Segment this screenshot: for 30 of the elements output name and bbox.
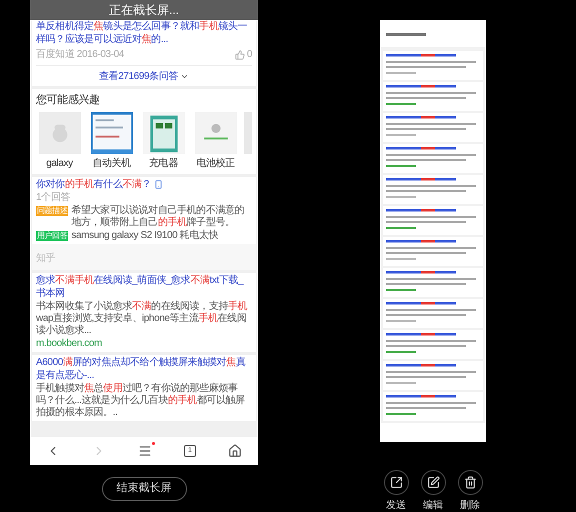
suggestion-item[interactable]: 电池校正 bbox=[192, 112, 239, 170]
tag-label: 用户回答 bbox=[36, 231, 68, 241]
phone-icon bbox=[154, 180, 164, 190]
section-title: 您可能感兴趣 bbox=[36, 93, 101, 108]
end-capture-button[interactable]: 结束截长屏 bbox=[102, 476, 186, 500]
result-title[interactable]: 愈求不满手机在线阅读_萌面侠_愈求不满txt下载_书本网 bbox=[36, 275, 252, 300]
suggestion-item[interactable]: galaxy bbox=[36, 112, 83, 170]
like-count: 0 bbox=[246, 48, 252, 62]
capture-banner: 正在截长屏... bbox=[30, 0, 258, 20]
result-snippet: 书本网收集了小说愈求不满的在线阅读，支持手机 wap直接浏览,支持安卓、iphone等主流手机在线阅读小说愈求... bbox=[36, 301, 248, 337]
result-source: 知乎 bbox=[36, 253, 56, 264]
edit-icon bbox=[426, 476, 440, 489]
result-snippet: samsung galaxy S2 I9100 耗电太快 bbox=[71, 230, 218, 242]
tag-label: 问题描述 bbox=[36, 206, 68, 216]
suggestion-item[interactable]: 充电器 bbox=[140, 112, 187, 170]
answer-count: 1个回答 bbox=[36, 192, 71, 204]
suggestion-item[interactable]: 自动关机 bbox=[88, 112, 135, 170]
delete-icon bbox=[464, 476, 476, 489]
result-snippet: 希望大家可以说说对自己手机的不满意的地方，顺带附上自己的手机牌子型号。 bbox=[71, 205, 246, 229]
screenshot-preview-drawing[interactable] bbox=[381, 21, 485, 441]
home-icon[interactable] bbox=[228, 444, 242, 458]
result-title[interactable]: 你对你的手机有什么不满？ bbox=[36, 178, 152, 191]
result-source: 百度知道 2016-03-04 bbox=[36, 48, 124, 62]
more-answers-link[interactable]: 查看271699条问答 bbox=[36, 66, 252, 86]
result-snippet: 手机触摸对焦总使用过吧？有你说的那些麻烦事吗？什么...这就是为什么几百块的手机都可以触屏拍摄的根本原因。.. bbox=[36, 383, 246, 419]
menu-icon[interactable] bbox=[138, 444, 152, 458]
result-title[interactable]: 单反相机得定焦镜头是怎么回事？就和手机镜头一样吗？应该是可以远近对焦的... bbox=[36, 21, 252, 46]
result-title[interactable]: A6000满屏的对焦点却不给个触摸屏来触摸对焦真是有点恶心-... bbox=[36, 357, 252, 382]
thumbs-up-icon[interactable] bbox=[234, 50, 245, 60]
share-icon bbox=[390, 476, 402, 489]
